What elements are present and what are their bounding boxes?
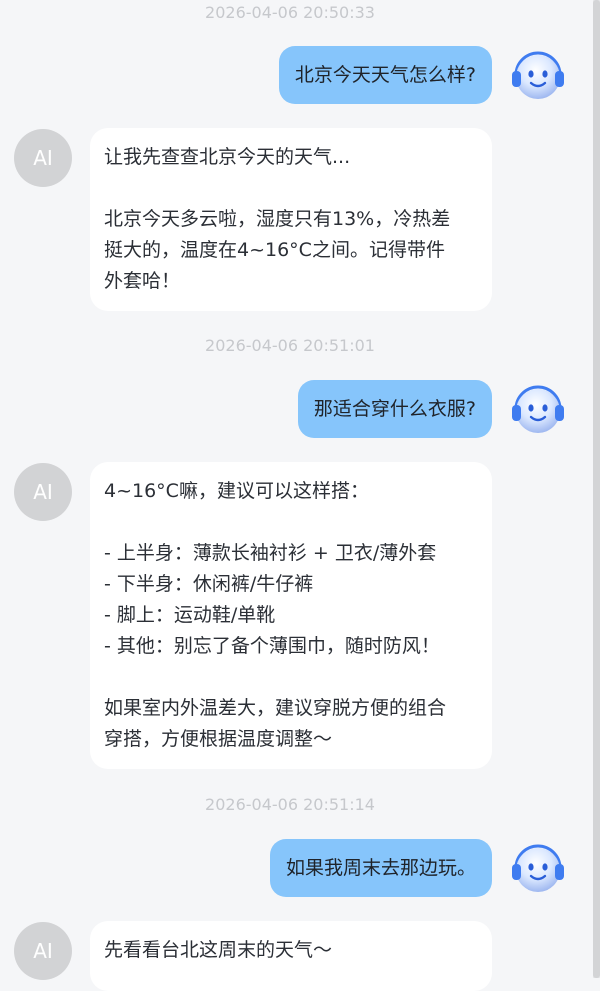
message-line: 让我先查查北京今天的天气...	[104, 146, 351, 168]
ai-avatar: AI	[14, 129, 72, 187]
message-line: - 下半身：休闲裤/牛仔裤	[104, 573, 314, 595]
scrollbar-track[interactable]	[593, 0, 600, 978]
robot-headphones-icon	[512, 844, 564, 892]
user-avatar[interactable]	[508, 838, 568, 898]
ai-avatar: AI	[14, 922, 72, 980]
message-timestamp: 2026-04-06 20:50:33	[205, 3, 375, 22]
message-line: - 上半身：薄款长袖衬衫 + 卫衣/薄外套	[104, 542, 437, 564]
message-timestamp: 2026-04-06 20:51:14	[205, 795, 375, 814]
message-line: - 其他：别忘了备个薄围巾，随时防风！	[104, 635, 440, 657]
message-line: 4~16°C嘛，建议可以这样搭：	[104, 480, 369, 502]
scrollbar-thumb[interactable]	[593, 0, 600, 978]
message-line: 如果室内外温差大，建议穿脱方便的组合	[104, 697, 447, 719]
user-message-bubble: 如果我周末去那边玩。	[269, 839, 492, 897]
user-message-bubble: 北京今天天气怎么样?	[278, 46, 492, 104]
user-message-bubble: 那适合穿什么衣服?	[297, 380, 492, 438]
message-line: 外套哈！	[104, 270, 181, 292]
message-line: 穿搭，方便根据温度调整～	[104, 728, 333, 750]
user-avatar[interactable]	[508, 45, 568, 105]
message-line: 北京今天多云啦，湿度只有13%，冷热差	[104, 208, 451, 230]
robot-headphones-icon	[512, 51, 564, 99]
ai-message-bubble: 让我先查查北京今天的天气... 北京今天多云啦，湿度只有13%，冷热差 挺大的，…	[90, 128, 492, 311]
ai-message-bubble: 先看看台北这周末的天气～	[90, 921, 492, 991]
user-avatar[interactable]	[508, 379, 568, 439]
robot-headphones-icon	[512, 385, 564, 433]
message-line: 挺大的，温度在4~16°C之间。记得带件	[104, 239, 445, 261]
ai-avatar: AI	[14, 463, 72, 521]
message-line: - 脚上：运动鞋/单靴	[104, 604, 276, 626]
message-timestamp: 2026-04-06 20:51:01	[205, 336, 375, 355]
ai-message-bubble: 4~16°C嘛，建议可以这样搭： - 上半身：薄款长袖衬衫 + 卫衣/薄外套 -…	[90, 462, 492, 769]
message-line: 先看看台北这周末的天气～	[104, 939, 333, 961]
